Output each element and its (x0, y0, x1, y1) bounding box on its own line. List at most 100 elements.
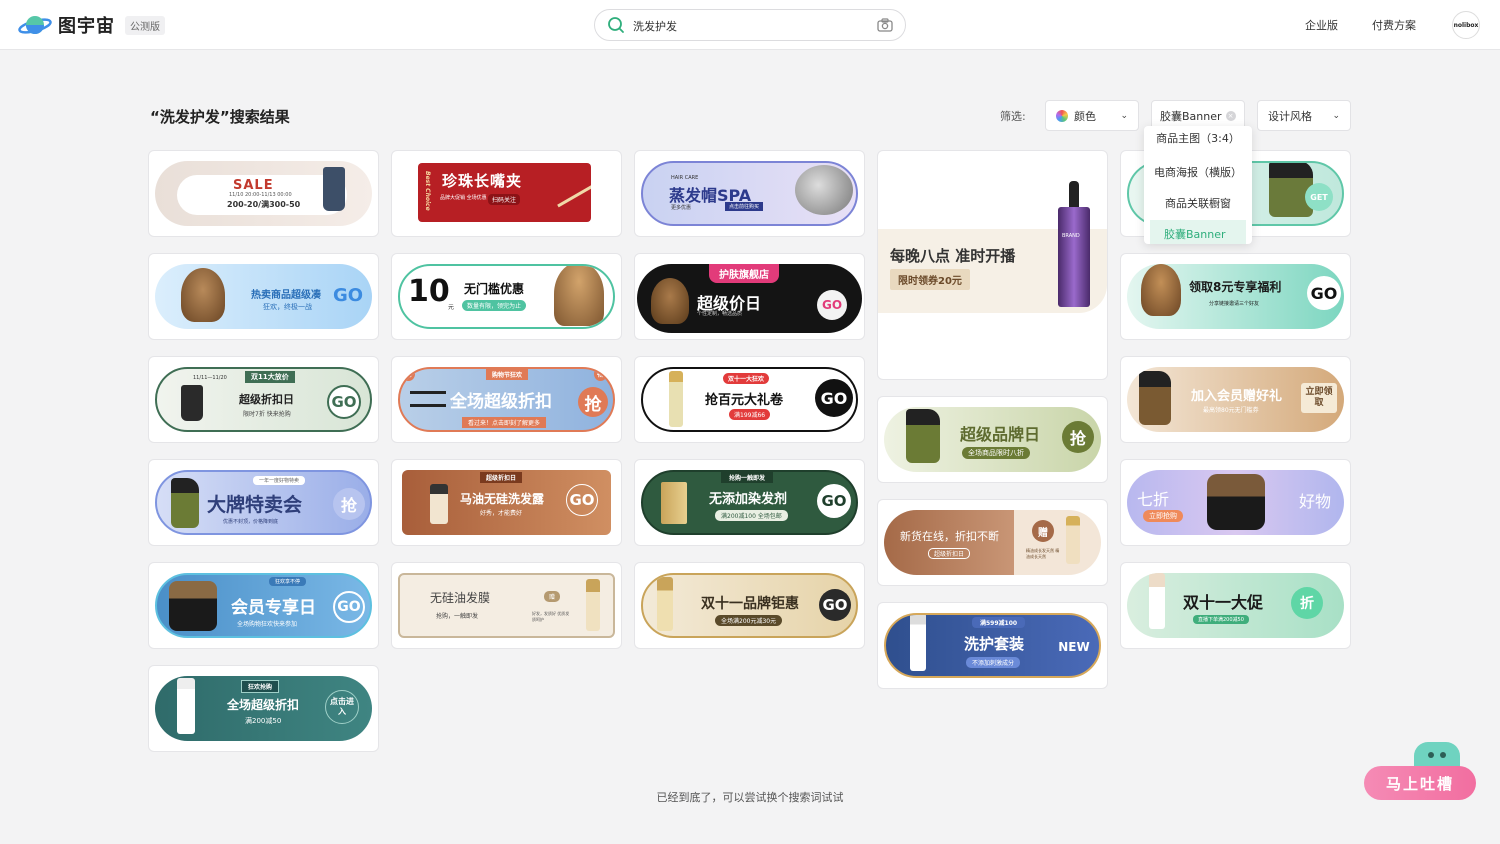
banner-image: 满599减100 洗护套装 不添加刺激成分 NEW (884, 613, 1101, 678)
dropdown-option-selected[interactable]: 胶囊Banner (1150, 220, 1246, 244)
banner-image: 超级品牌日 全场商品限时八折 抢 (884, 407, 1101, 472)
banner-image: 无硅油发膜 抢购，一触即发 赠 好发，发质好 优质发质呵护 (398, 573, 615, 638)
dropdown-option[interactable]: 电商海报（横版） (1144, 158, 1252, 186)
banner-card[interactable]: 满599减100 洗护套装 不添加刺激成分 NEW (877, 602, 1108, 689)
banner-tag: 限时领券20元 (890, 269, 970, 290)
banner-card[interactable]: 新货在线，折扣不断 超级折扣日 赠 精油成长发天然 精油成长天然 (877, 499, 1108, 586)
go-button[interactable]: 立即领取 (1301, 383, 1337, 413)
go-button[interactable]: GO (333, 591, 365, 623)
banner-title: 全场超级折扣 (227, 698, 300, 712)
banner-card[interactable]: 双十一品牌钜惠 全场满200元减30元 GO (634, 562, 865, 649)
banner-card[interactable]: 双十一大促 直播下单满200减50 折 (1120, 562, 1351, 649)
banner-card[interactable]: 一年一度好物特卖 大牌特卖会 优惠不封顶，价格降到底 抢 (148, 459, 379, 546)
search-input[interactable] (633, 16, 863, 36)
brand-name: 图宇宙 (58, 16, 115, 37)
dropdown-option[interactable]: 商品主图（3:4） (1144, 128, 1252, 154)
end-of-results-note: 已经到底了，可以尝试换个搜索词试试 (656, 791, 844, 804)
banner-card[interactable]: 超级品牌日 全场商品限时八折 抢 (877, 396, 1108, 483)
go-button[interactable]: 折 (1291, 587, 1323, 619)
banner-title: 无门槛优惠 (464, 282, 525, 296)
banner-tag: 满199减66 (729, 409, 771, 420)
banner-top-tag: 狂欢抢购 (241, 680, 280, 693)
go-button[interactable]: NEW (1054, 637, 1094, 657)
banner-card[interactable]: 购物节狂欢 购 物 全场超级折扣 看过来！点击即刻了解更多 抢 (391, 356, 622, 443)
banner-tag: 满200减100 全场包邮 (715, 510, 788, 521)
logo[interactable]: 图宇宙 公测版 (18, 12, 165, 38)
go-button[interactable]: GO (1307, 276, 1341, 310)
banner-card[interactable]: 抢购一触即发 无添加染发剂 满200减100 全场包邮 GO (634, 459, 865, 546)
banner-card[interactable]: Best Choice 珍珠长嘴夹 品牌大促销 全场优惠 扫码关注 (391, 150, 622, 237)
banner-title: 加入会员赠好礼 (1191, 389, 1283, 404)
banner-image: 七折 立即抢购 好物 (1127, 470, 1344, 535)
banner-unit: 元 (448, 304, 455, 311)
banner-card[interactable]: 10 元 无门槛优惠 数量有限，领完为止 (391, 253, 622, 340)
banner-card[interactable]: 每晚八点 准时开播 限时领券20元 BRAND (877, 150, 1108, 380)
type-dropdown-menu: 商品主图（3:4） 电商海报（横版） 商品关联橱窗 胶囊Banner (1144, 126, 1252, 244)
go-button[interactable]: 抢 (578, 387, 608, 417)
banner-card[interactable]: 超级折扣日 马油无硅洗发露 好秀，才能费好 GO (391, 459, 622, 546)
go-button[interactable]: GO (817, 290, 847, 320)
dropdown-option[interactable]: 商品关联橱窗 (1144, 189, 1252, 217)
go-button[interactable]: 点击进入 (325, 690, 359, 724)
planet-logo-icon (18, 16, 52, 34)
avatar[interactable]: nolibox (1452, 11, 1480, 39)
banner-image: 加入会员赠好礼 最高领80元无门槛券 立即领取 (1127, 367, 1344, 432)
hair-mask-jar-image (169, 581, 217, 631)
go-button[interactable]: GO (819, 589, 851, 621)
go-button[interactable]: GO (817, 484, 851, 518)
banner-card[interactable]: 加入会员赠好礼 最高领80元无门槛券 立即领取 (1120, 356, 1351, 443)
banner-card[interactable]: 无硅油发膜 抢购，一触即发 赠 好发，发质好 优质发质呵护 (391, 562, 622, 649)
nav-pricing-link[interactable]: 付费方案 (1372, 17, 1416, 33)
color-filter[interactable]: 颜色 ⌄ (1045, 100, 1139, 131)
banner-card[interactable]: 11/11—11/20 双11大放价 超级折扣日 限时7折 快来抢购 GO (148, 356, 379, 443)
feedback-button[interactable]: 马上吐槽 (1364, 766, 1476, 800)
banner-title: 超级品牌日 (960, 425, 1041, 444)
go-button[interactable]: GO (815, 379, 853, 417)
go-button[interactable]: GO (327, 385, 361, 419)
banner-subtitle: 不添加刺激成分 (966, 657, 1021, 668)
go-button[interactable]: 赠 (1032, 520, 1054, 542)
banner-card[interactable]: SALE 11/10 20:00-11/13 00:00 200-20/满300… (148, 150, 379, 237)
banner-image: 抢购一触即发 无添加染发剂 满200减100 全场包邮 GO (641, 470, 858, 535)
go-button[interactable]: 抢 (1062, 421, 1094, 453)
banner-card[interactable]: 双十一大狂欢 抢百元大礼卷 满199减66 GO (634, 356, 865, 443)
spray-bottle-image (171, 478, 199, 528)
banner-title: 每晚八点 准时开播 (890, 247, 1016, 265)
banner-subtitle: 看过来！点击即刻了解更多 (462, 417, 547, 428)
banner-subtitle: 全场商品限时八折 (962, 447, 1030, 459)
banner-title: 洗护套装 (964, 635, 1025, 653)
chevron-down-icon: ⌄ (1332, 111, 1340, 121)
get-button[interactable]: GET (1305, 183, 1333, 211)
banner-card[interactable]: 热卖商品超级凑 狂欢，终极一战 GO (148, 253, 379, 340)
go-button[interactable]: 抢 (333, 488, 365, 520)
banner-subtitle: 限时7折 快来抢购 (243, 411, 291, 418)
banner-subtitle: 更多优惠 (671, 205, 692, 211)
go-button[interactable]: GO (331, 278, 365, 312)
bottle-brand: BRAND (1062, 233, 1080, 239)
banner-title: 无添加染发剂 (709, 492, 788, 507)
camera-icon[interactable] (877, 18, 893, 32)
banner-subtitle: 好秀，才能费好 (480, 510, 523, 517)
banner-card[interactable]: HAIR CARE 蒸发帽SPA 更多优惠 点击前往购买 (634, 150, 865, 237)
clear-icon[interactable]: × (1225, 110, 1236, 121)
wig-image (554, 266, 604, 326)
banner-tag: 点击前往购买 (725, 202, 764, 211)
banner-card[interactable]: 七折 立即抢购 好物 (1120, 459, 1351, 546)
go-button[interactable]: GO (566, 484, 598, 516)
banner-top-tag: 满599减100 (972, 617, 1026, 628)
banner-title: 热卖商品超级凑 (251, 290, 321, 301)
tube-image (586, 579, 600, 631)
banner-subtitle: 狂欢，终极一战 (263, 303, 312, 311)
banner-right-text: 好物 (1299, 492, 1332, 511)
banner-card[interactable]: 领取8元专享福利 分享链接邀请三个好友 GO (1120, 253, 1351, 340)
nav-enterprise-link[interactable]: 企业版 (1305, 17, 1338, 33)
banner-card[interactable]: 狂欢抢购 全场超级折扣 满200减50 点击进入 (148, 665, 379, 752)
banner-date: 11/11—11/20 (193, 375, 227, 381)
banner-card[interactable]: 狂欢享不停 会员专享日 全场购物狂欢快来参加 GO (148, 562, 379, 649)
search-bar[interactable] (594, 9, 906, 41)
banner-image: 狂欢享不停 会员专享日 全场购物狂欢快来参加 GO (155, 573, 372, 638)
banner-badge: 购 (402, 369, 415, 381)
banner-card[interactable]: 护肤旗舰店 超级价日 个性定制，畅选品质 GO (634, 253, 865, 340)
search-icon[interactable] (607, 16, 625, 34)
style-filter[interactable]: 设计风格 ⌄ (1257, 100, 1351, 131)
